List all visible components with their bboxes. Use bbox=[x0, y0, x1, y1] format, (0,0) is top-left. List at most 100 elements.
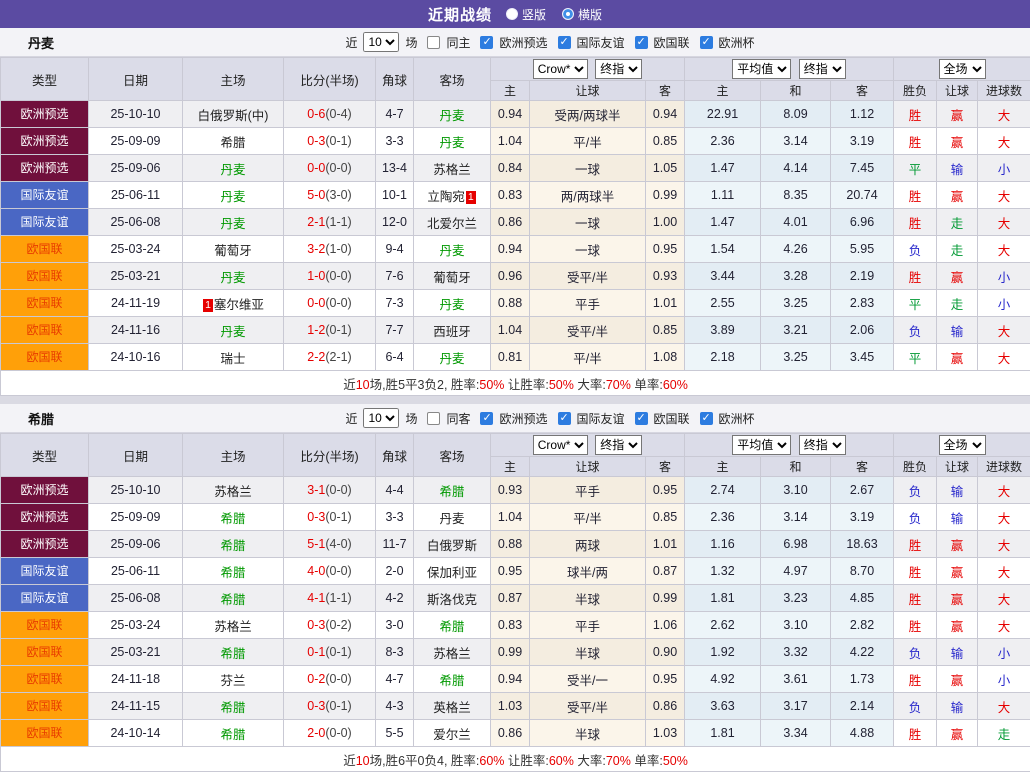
avg-odds-away: 6.96 bbox=[831, 209, 894, 236]
result-wdl: 负 bbox=[894, 317, 937, 344]
match-date: 24-10-14 bbox=[89, 720, 183, 747]
radio-horizontal-icon[interactable] bbox=[562, 8, 574, 20]
handicap-odds-away: 1.06 bbox=[646, 612, 685, 639]
radio-vertical-icon[interactable] bbox=[506, 8, 518, 20]
avg-odds-draw: 4.97 bbox=[761, 558, 831, 585]
avg-odds-away: 1.73 bbox=[831, 666, 894, 693]
results-table: 类型 日期 主场 比分(半场) 角球 客场 Crow* 终指 平均值 终指 全场 bbox=[0, 433, 1030, 772]
final-odds-select-2[interactable]: 终指 bbox=[799, 435, 846, 455]
match-row: 国际友谊 25-06-11 丹麦 5-0(3-0) 10-1 立陶宛1 0.83… bbox=[1, 182, 1030, 209]
bookmaker-select[interactable]: Crow* bbox=[533, 59, 588, 79]
away-team: 希腊 bbox=[439, 674, 464, 688]
avg-odds-draw: 4.14 bbox=[761, 155, 831, 182]
result-wdl: 负 bbox=[894, 477, 937, 504]
handicap-odds-away: 1.05 bbox=[646, 155, 685, 182]
corners: 6-4 bbox=[376, 344, 414, 371]
result-goals: 大 bbox=[978, 531, 1030, 558]
match-date: 25-06-11 bbox=[89, 182, 183, 209]
sub-avg-away-header: 客 bbox=[831, 457, 894, 477]
away-team: 丹麦 bbox=[439, 136, 464, 150]
league-label-3: 欧洲杯 bbox=[719, 34, 755, 51]
halftime-score: (1-0) bbox=[325, 242, 351, 256]
avg-odds-home: 2.55 bbox=[685, 290, 761, 317]
handicap-line: 受两/两球半 bbox=[530, 101, 646, 128]
handicap-odds-home: 0.95 bbox=[491, 558, 530, 585]
col-corner-header: 角球 bbox=[376, 58, 414, 101]
result-wdl: 平 bbox=[894, 290, 937, 317]
avg-odds-home: 1.81 bbox=[685, 720, 761, 747]
handicap-line: 受平/半 bbox=[530, 317, 646, 344]
league-checkbox-3[interactable] bbox=[700, 36, 713, 49]
avg-odds-home: 1.11 bbox=[685, 182, 761, 209]
section-filter-bar: 丹麦 近 10 场 同主 欧洲预选 国际友谊 欧国联 欧洲杯 bbox=[0, 28, 1030, 57]
final-odds-select[interactable]: 终指 bbox=[595, 59, 642, 79]
final-odds-select-2[interactable]: 终指 bbox=[799, 59, 846, 79]
radio-horizontal-label[interactable]: 横版 bbox=[578, 6, 602, 23]
league-checkbox-2[interactable] bbox=[635, 412, 648, 425]
halftime-score: (2-1) bbox=[325, 350, 351, 364]
same-venue-checkbox[interactable] bbox=[427, 412, 440, 425]
league-checkbox-1[interactable] bbox=[558, 412, 571, 425]
handicap-line: 半球 bbox=[530, 639, 646, 666]
handicap-odds-away: 0.93 bbox=[646, 263, 685, 290]
radio-vertical[interactable]: 竖版 bbox=[506, 6, 546, 23]
match-type-badge: 欧国联 bbox=[1, 693, 88, 719]
home-team: 希腊 bbox=[220, 512, 245, 526]
corners: 3-3 bbox=[376, 128, 414, 155]
avg-odds-home: 2.18 bbox=[685, 344, 761, 371]
match-date: 25-06-11 bbox=[89, 558, 183, 585]
same-venue-checkbox[interactable] bbox=[427, 36, 440, 49]
match-date: 25-06-08 bbox=[89, 585, 183, 612]
result-wdl: 胜 bbox=[894, 612, 937, 639]
result-goals: 大 bbox=[978, 182, 1030, 209]
recent-count-select[interactable]: 10 bbox=[363, 408, 399, 428]
league-checkbox-1[interactable] bbox=[558, 36, 571, 49]
bookmaker-group-header: Crow* 终指 bbox=[491, 434, 685, 457]
fulltime-select[interactable]: 全场 bbox=[939, 59, 986, 79]
radio-horizontal[interactable]: 横版 bbox=[562, 6, 602, 23]
league-checkbox-0[interactable] bbox=[480, 36, 493, 49]
average-select[interactable]: 平均值 bbox=[732, 59, 791, 79]
league-checkbox-3[interactable] bbox=[700, 412, 713, 425]
average-select[interactable]: 平均值 bbox=[732, 435, 791, 455]
home-team: 芬兰 bbox=[220, 674, 245, 688]
col-corner-header: 角球 bbox=[376, 434, 414, 477]
avg-odds-away: 2.83 bbox=[831, 290, 894, 317]
avg-odds-draw: 3.25 bbox=[761, 344, 831, 371]
home-team: 希腊 bbox=[220, 593, 245, 607]
handicap-odds-away: 0.85 bbox=[646, 317, 685, 344]
title-bar: 近期战绩 竖版 横版 bbox=[0, 0, 1030, 28]
match-row: 欧国联 24-11-19 1塞尔维亚 0-0(0-0) 7-3 丹麦 0.88 … bbox=[1, 290, 1030, 317]
bookmaker-select[interactable]: Crow* bbox=[533, 435, 588, 455]
games-label: 场 bbox=[405, 410, 417, 427]
handicap-odds-home: 0.88 bbox=[491, 290, 530, 317]
final-odds-select[interactable]: 终指 bbox=[595, 435, 642, 455]
avg-odds-away: 8.70 bbox=[831, 558, 894, 585]
league-label-0: 欧洲预选 bbox=[499, 410, 547, 427]
handicap-line: 平手 bbox=[530, 290, 646, 317]
col-score-header: 比分(半场) bbox=[284, 434, 376, 477]
table-body: 欧洲预选 25-10-10 苏格兰 3-1(0-0) 4-4 希腊 0.93 平… bbox=[1, 477, 1030, 747]
match-date: 25-09-09 bbox=[89, 128, 183, 155]
league-checkbox-0[interactable] bbox=[480, 412, 493, 425]
handicap-odds-home: 0.94 bbox=[491, 101, 530, 128]
match-date: 24-11-16 bbox=[89, 317, 183, 344]
match-row: 国际友谊 25-06-08 希腊 4-1(1-1) 4-2 斯洛伐克 0.87 … bbox=[1, 585, 1030, 612]
col-away-header: 客场 bbox=[414, 58, 491, 101]
radio-vertical-label[interactable]: 竖版 bbox=[522, 6, 546, 23]
recent-count-select[interactable]: 10 bbox=[363, 32, 399, 52]
avg-odds-draw: 3.14 bbox=[761, 504, 831, 531]
handicap-odds-home: 1.04 bbox=[491, 128, 530, 155]
fulltime-score: 4-0 bbox=[307, 564, 325, 578]
avg-odds-home: 3.63 bbox=[685, 693, 761, 720]
home-team: 丹麦 bbox=[220, 217, 245, 231]
col-type-header: 类型 bbox=[1, 58, 89, 101]
match-date: 24-10-16 bbox=[89, 344, 183, 371]
fulltime-select[interactable]: 全场 bbox=[939, 435, 986, 455]
handicap-odds-away: 0.95 bbox=[646, 666, 685, 693]
avg-odds-home: 2.74 bbox=[685, 477, 761, 504]
league-checkbox-2[interactable] bbox=[635, 36, 648, 49]
halftime-score: (0-2) bbox=[325, 618, 351, 632]
result-handicap: 输 bbox=[937, 639, 978, 666]
league-label-2: 欧国联 bbox=[654, 410, 690, 427]
